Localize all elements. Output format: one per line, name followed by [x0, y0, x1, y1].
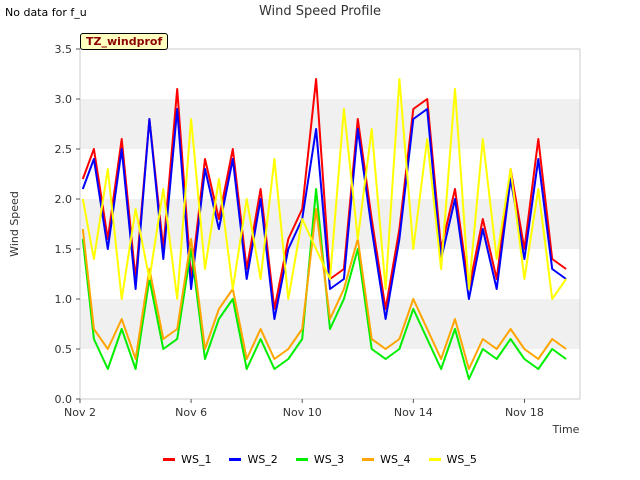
legend-label-ws4: WS_4: [380, 453, 411, 466]
legend-swatch-ws1: [163, 458, 176, 461]
legend-swatch-ws2: [229, 458, 242, 461]
legend-item-ws5: WS_5: [428, 453, 477, 466]
legend-item-ws3: WS_3: [295, 453, 345, 466]
x-tick-label: Nov 14: [394, 406, 433, 419]
x-tick-label: Nov 2: [64, 406, 96, 419]
legend-item-ws1: WS_1: [163, 453, 211, 466]
legend-swatch-ws3: [295, 458, 308, 461]
site-tag-label: TZ_windprof: [80, 33, 169, 50]
chart-canvas: 0.0 0.5 1.0 1.5 2.0 2.5 3.0 3.5 Nov 2 Nov 6 Nov 10…: [8, 43, 581, 436]
y-tick-label: 3.5: [55, 43, 73, 56]
y-tick-label: 3.0: [55, 93, 73, 106]
y-tick-label: 0.0: [55, 393, 73, 406]
legend-swatch-ws5: [428, 458, 441, 461]
legend-label-ws2: WS_2: [247, 453, 278, 466]
y-axis-label: Wind Speed: [8, 191, 21, 257]
grid-band: [80, 99, 580, 149]
legend-item-ws4: WS_4: [362, 453, 411, 466]
x-tick-label: Nov 18: [505, 406, 544, 419]
chart-legend: WS_1 WS_2 WS_3 WS_4 WS_5: [0, 453, 640, 466]
y-tick-label: 2.5: [55, 143, 73, 156]
y-tick-label: 2.0: [55, 193, 73, 206]
legend-label-ws3: WS_3: [313, 453, 345, 466]
x-tick-label: Nov 6: [175, 406, 207, 419]
y-tick-label: 1.0: [55, 293, 73, 306]
legend-item-ws2: WS_2: [229, 453, 278, 466]
x-axis-label: Time: [552, 423, 580, 436]
y-tick-label: 1.5: [55, 243, 73, 256]
legend-label-ws1: WS_1: [181, 453, 212, 466]
x-tick-label: Nov 10: [283, 406, 322, 419]
legend-swatch-ws4: [362, 458, 375, 461]
legend-label-ws5: WS_5: [446, 453, 477, 466]
y-tick-label: 0.5: [55, 343, 73, 356]
